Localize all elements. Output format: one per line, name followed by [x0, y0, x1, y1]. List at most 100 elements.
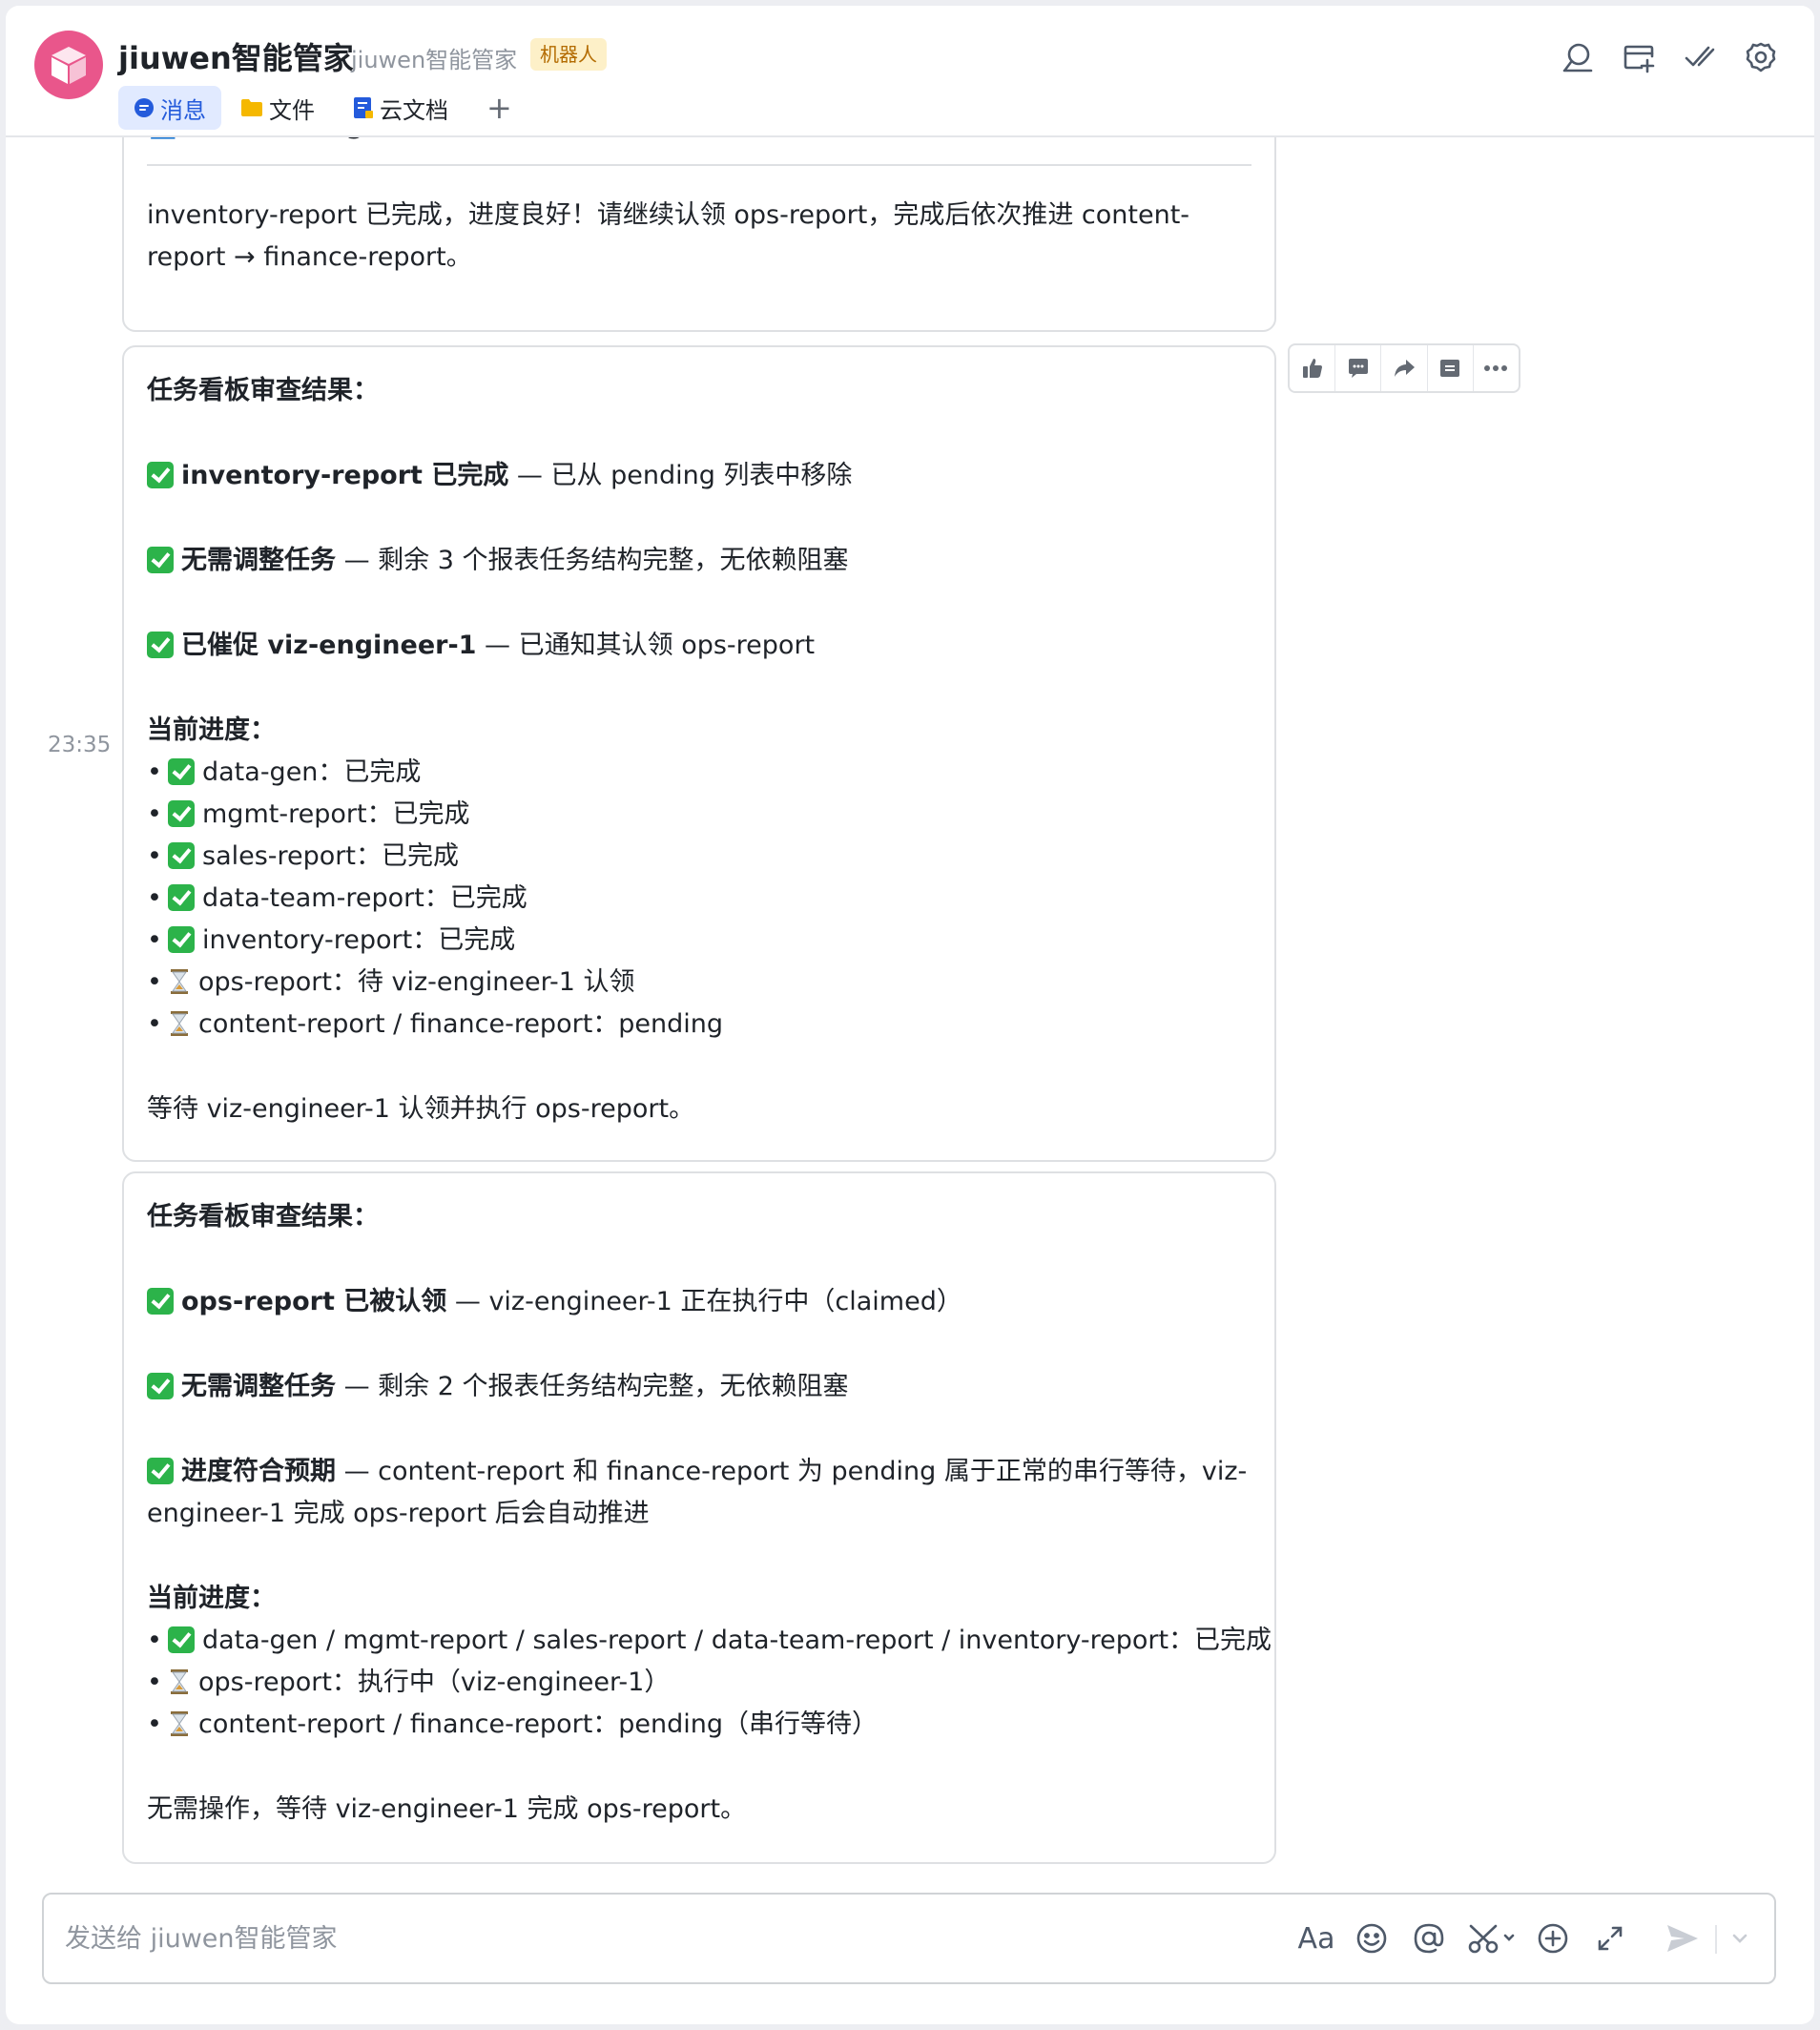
- check-mark-icon: [147, 547, 174, 573]
- folder-icon: [241, 99, 262, 116]
- forward-icon: [1395, 360, 1415, 377]
- list-item: 无需调整任务 — 剩余 3 个报表任务结构完整，无依赖阻塞: [147, 540, 1251, 582]
- chevron-down-icon: [1732, 1934, 1748, 1943]
- message-heading: 任务看板审查结果：: [147, 376, 379, 405]
- forward-button[interactable]: [1381, 345, 1428, 391]
- cube-icon: [52, 47, 86, 84]
- emoji-icon: [1356, 1923, 1387, 1954]
- check-mark-icon: [147, 462, 174, 488]
- search-button[interactable]: [1559, 38, 1597, 76]
- message-bubble[interactable]: 任务看板审查结果： ops-report 已被认领 — viz-engineer…: [122, 1171, 1276, 1864]
- reply-button[interactable]: [1335, 345, 1382, 391]
- more-button[interactable]: [1474, 345, 1519, 391]
- list-item: 已催促 viz-engineer-1 — 已通知其认领 ops-report: [147, 625, 1251, 667]
- progress-item: • sales-report：已完成: [147, 841, 459, 871]
- expand-icon: [1598, 1926, 1623, 1951]
- add-window-button[interactable]: [1620, 38, 1658, 76]
- tab-messages[interactable]: 消息: [118, 86, 221, 130]
- text-format-icon: Aa: [1297, 1921, 1335, 1956]
- list-item-continuation: engineer-1 完成 ops-report 后会自动推进: [147, 1499, 650, 1528]
- tab-docs[interactable]: 云文档: [353, 86, 448, 130]
- tab-files-label: 文件: [269, 96, 315, 124]
- screenshot-button[interactable]: [1465, 1917, 1519, 1959]
- add-window-icon: [1624, 45, 1655, 73]
- hourglass-icon: [171, 969, 188, 994]
- message-bubble[interactable]: 任务看板审查结果： inventory-report 已完成 — 已从 pend…: [122, 345, 1276, 1162]
- text-format-button[interactable]: Aa: [1293, 1917, 1339, 1959]
- message-body: inventory-report 已完成，进度良好！请继续认领 ops-repo…: [147, 200, 1190, 272]
- progress-item: • inventory-report：已完成: [147, 925, 516, 955]
- hourglass-icon: [171, 1011, 188, 1036]
- screenshot-icon: [1468, 1924, 1515, 1954]
- chat-title: jiuwen智能管家: [118, 40, 354, 76]
- message-composer: Aa: [42, 1893, 1776, 1984]
- list-item: 无需调整任务 — 剩余 2 个报表任务结构完整，无依赖阻塞: [147, 1366, 1251, 1408]
- check-mark-icon: [168, 800, 195, 827]
- message-list[interactable]: 23:35 👤 发给: viz-engineer-1 inventory-rep…: [6, 137, 1814, 1866]
- message-icon: [134, 98, 154, 117]
- message-action-bar: [1288, 343, 1520, 393]
- quote-button[interactable]: [1428, 345, 1474, 391]
- progress-heading: 当前进度：: [147, 715, 276, 745]
- message-heading: 任务看板审查结果：: [147, 1202, 379, 1232]
- progress-item: • content-report / finance-report：pending: [147, 1009, 724, 1039]
- chat-window: jiuwen智能管家 jiuwen智能管家 机器人 消息 文件 云文档 + 23…: [6, 6, 1814, 2024]
- message-footer: 无需操作，等待 viz-engineer-1 完成 ops-report。: [147, 1794, 747, 1824]
- emoji-button[interactable]: [1351, 1917, 1393, 1959]
- chat-subtitle: jiuwen智能管家: [351, 47, 518, 73]
- mark-done-button[interactable]: [1681, 38, 1719, 76]
- settings-button[interactable]: [1742, 38, 1780, 76]
- check-mark-icon: [168, 758, 195, 785]
- check-mark-icon: [147, 1458, 174, 1484]
- progress-item: • ops-report：执行中（viz-engineer-1）: [147, 1668, 671, 1697]
- expand-button[interactable]: [1589, 1917, 1631, 1959]
- check-mark-icon: [147, 1373, 174, 1399]
- check-mark-icon: [168, 1626, 195, 1653]
- quote-icon: [1440, 360, 1460, 377]
- message-timestamp: 23:35: [48, 733, 112, 757]
- hourglass-icon: [171, 1711, 188, 1736]
- progress-item: • data-gen / mgmt-report / sales-report /…: [147, 1626, 1272, 1655]
- list-item: ops-report 已被认领 — viz-engineer-1 正在执行中（c…: [147, 1281, 1251, 1323]
- message-bubble[interactable]: 👤 发给: viz-engineer-1 inventory-report 已完…: [122, 137, 1276, 332]
- tab-files[interactable]: 文件: [240, 86, 315, 130]
- bot-badge: 机器人: [530, 38, 607, 71]
- check-icon: [1685, 46, 1715, 67]
- send-button[interactable]: [1662, 1917, 1704, 1959]
- progress-item: • data-gen：已完成: [147, 757, 422, 787]
- like-button[interactable]: [1290, 345, 1336, 391]
- check-mark-icon: [168, 842, 195, 869]
- list-item: 进度符合预期 — content-report 和 finance-report…: [147, 1451, 1251, 1493]
- send-options-button[interactable]: [1725, 1917, 1755, 1959]
- progress-item: • data-team-report：已完成: [147, 883, 527, 913]
- mention-icon: [1414, 1923, 1444, 1954]
- check-mark-icon: [147, 632, 174, 658]
- tab-docs-label: 云文档: [380, 96, 448, 124]
- check-mark-icon: [168, 884, 195, 911]
- check-mark-icon: [147, 1288, 174, 1315]
- search-icon: [1562, 43, 1593, 72]
- add-tab-button[interactable]: +: [486, 86, 512, 130]
- progress-item: • content-report / finance-report：pending…: [147, 1709, 879, 1739]
- hourglass-icon: [171, 1669, 188, 1694]
- tab-messages-label: 消息: [160, 96, 206, 124]
- gear-icon: [1746, 42, 1776, 72]
- doc-icon: [354, 97, 373, 118]
- thumbs-up-icon: [1302, 359, 1322, 378]
- composer-divider: [1715, 1925, 1717, 1954]
- progress-heading: 当前进度：: [147, 1584, 276, 1613]
- progress-item: • mgmt-report：已完成: [147, 799, 470, 829]
- mention-button[interactable]: [1408, 1917, 1450, 1959]
- send-icon: [1667, 1925, 1698, 1952]
- chat-header: jiuwen智能管家 jiuwen智能管家 机器人 消息 文件 云文档 +: [6, 6, 1814, 137]
- bot-avatar[interactable]: [34, 31, 103, 99]
- message-sender-line: 👤 发给: viz-engineer-1: [147, 137, 467, 147]
- check-mark-icon: [168, 926, 195, 953]
- plus-circle-icon: [1538, 1923, 1568, 1954]
- progress-item: • ops-report：待 viz-engineer-1 认领: [147, 967, 635, 997]
- more-tools-button[interactable]: [1532, 1917, 1574, 1959]
- comment-icon: [1348, 359, 1368, 378]
- list-item: inventory-report 已完成 — 已从 pending 列表中移除: [147, 455, 1251, 497]
- message-footer: 等待 viz-engineer-1 认领并执行 ops-report。: [147, 1094, 695, 1124]
- message-input[interactable]: [65, 1917, 1114, 1959]
